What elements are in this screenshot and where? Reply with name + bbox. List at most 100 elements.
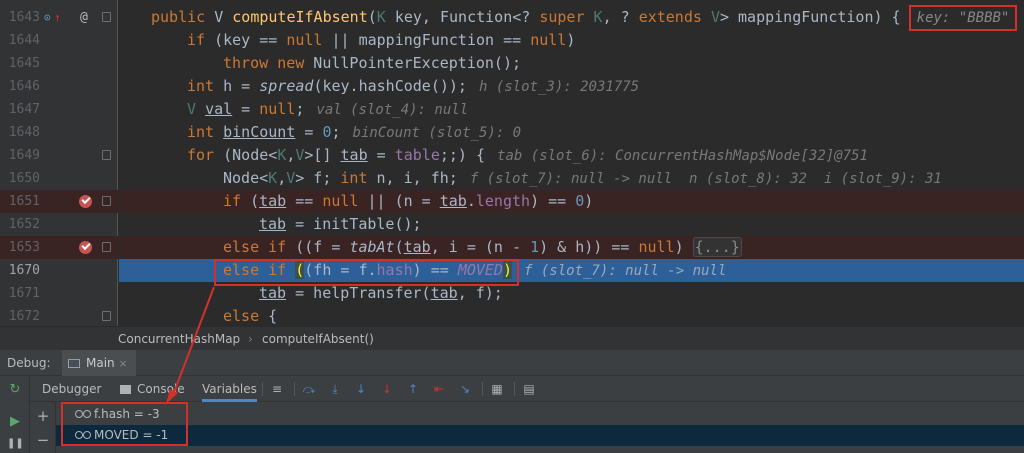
code-token: extends [638, 8, 702, 26]
breadcrumb[interactable]: ConcurrentHashMap › computeIfAbsent() [0, 326, 1024, 350]
gutter-row: 1653 [0, 236, 118, 259]
close-icon[interactable]: × [118, 357, 127, 370]
evaluate-expression-icon[interactable]: ▦ [488, 380, 506, 398]
code-token: V [205, 8, 233, 26]
code-line[interactable]: int binCount = 0; binCount (slot_5): 0 [119, 121, 1024, 144]
layout-icon[interactable]: ▤ [520, 380, 538, 398]
line-number: 1648 [8, 125, 40, 140]
inline-debug-value: f (slot_7): null -> null n (slot_8): 32 … [469, 171, 942, 187]
remove-watch-icon[interactable]: − [36, 432, 50, 448]
add-watch-icon[interactable]: + [36, 408, 50, 424]
code-token: spread [259, 77, 314, 95]
folded-code-block[interactable]: {...} [692, 237, 742, 257]
menu-icon[interactable]: ≡ [268, 380, 286, 398]
step-over-icon[interactable]: ⤓ [326, 380, 344, 398]
fold-marker-icon[interactable] [102, 150, 111, 160]
annotation-highlight-box [214, 259, 519, 286]
code-token: = initTable(); [286, 215, 422, 233]
toolbar-separator [294, 382, 295, 396]
code-token: length [475, 192, 531, 210]
code-token: ( [367, 8, 377, 26]
key-inline-value-annotation: key: "BBBB" [909, 5, 1017, 31]
toolbar-separator [514, 382, 515, 396]
code-line[interactable]: int h = spread(key.hashCode()); h (slot_3… [119, 75, 1024, 98]
code-line[interactable]: V val = null; val (slot_4): null [119, 98, 1024, 121]
tab-console[interactable]: Console [120, 376, 185, 402]
debug-subtabs: Debugger Console Variables ≡ ⤼ ⤓ ↓ ↓ ↑ ⇤… [30, 376, 1024, 402]
breakpoint-icon[interactable] [79, 241, 92, 254]
code-line[interactable]: throw new NullPointerException(); [119, 52, 1024, 75]
code-token: K [277, 146, 287, 164]
tab-debugger[interactable]: Debugger [42, 376, 101, 402]
code-token: int [187, 123, 215, 141]
code-token: K [376, 8, 386, 26]
rerun-icon[interactable]: ↻ [7, 382, 23, 398]
fold-marker-icon[interactable] [102, 242, 111, 252]
step-into-icon[interactable]: ↓ [352, 380, 370, 398]
inline-debug-value: val (slot_4): null [316, 102, 469, 118]
force-step-into-icon[interactable]: ↓ [378, 380, 396, 398]
code-line[interactable]: if (key == null || mappingFunction == nu… [119, 29, 1024, 52]
code-token: throw [223, 54, 269, 72]
debug-session-tab[interactable]: Main × [62, 350, 136, 376]
editor-gutter[interactable]: 1643 ⊙ ↑ @ 1644 1645 1646 1647 1648 1649… [0, 0, 118, 326]
code-line-breakpoint[interactable]: else if ((f = tabAt(tab, i = (n - 1) & h… [119, 236, 1024, 259]
code-token: , f); [457, 284, 503, 302]
pause-icon[interactable]: ❚❚ [7, 436, 24, 452]
code-token: ) == [530, 192, 576, 210]
code-token: NullPointerException(); [304, 54, 522, 72]
code-token: Node< [223, 169, 269, 187]
breakpoint-icon[interactable] [79, 195, 92, 208]
code-line-breakpoint[interactable]: if (tab == null || (n = tab.length) == 0… [119, 190, 1024, 213]
code-token: = helpTransfer( [286, 284, 431, 302]
show-execution-point-icon[interactable]: ⤼ [300, 380, 318, 398]
code-token: K [593, 8, 603, 26]
code-token: ((f = [286, 238, 350, 256]
override-up-arrow-icon[interactable]: ↑ [54, 6, 61, 29]
code-token: binCount [223, 123, 296, 141]
watch-row-selected[interactable]: MOVED = -1 [56, 425, 1024, 446]
fold-marker-icon[interactable] [102, 311, 111, 321]
code-line[interactable]: Node<K,V> f; int n, i, fh; f (slot_7): nu… [119, 167, 1024, 190]
code-token: tab [430, 284, 458, 302]
fold-marker-icon[interactable] [102, 12, 111, 22]
code-token: 0 [575, 192, 585, 210]
run-to-cursor-icon[interactable]: ↘ [456, 380, 474, 398]
step-out-icon[interactable]: ↑ [404, 380, 422, 398]
code-token: h = [214, 77, 260, 95]
code-line[interactable]: tab = initTable(); [119, 213, 1024, 236]
code-line[interactable]: else { [119, 305, 1024, 326]
resume-icon[interactable]: ▶ [7, 414, 23, 430]
code-token: , [277, 169, 287, 187]
tab-variables[interactable]: Variables [202, 376, 257, 402]
implements-method-icon[interactable]: ⊙ [44, 6, 51, 29]
inline-debug-value: h (slot_3): 2031775 [478, 79, 640, 95]
code-token: tab [340, 146, 368, 164]
console-icon [120, 385, 131, 394]
code-line[interactable]: public V computeIfAbsent(K key, Function… [119, 6, 1024, 29]
watch-row[interactable]: f.hash = -3 [56, 404, 1024, 425]
gutter-row: 1643 ⊙ ↑ @ [0, 6, 118, 29]
code-line[interactable]: for (Node<K,V>[] tab = table;;) {tab (sl… [119, 144, 1024, 167]
watches-toolbar: + − [30, 402, 56, 453]
breadcrumb-class[interactable]: ConcurrentHashMap [118, 327, 240, 351]
code-token: null [259, 100, 296, 118]
breadcrumb-method[interactable]: computeIfAbsent() [262, 327, 374, 351]
code-token: for [187, 146, 215, 164]
code-token: ;;) { [439, 146, 486, 164]
fold-marker-icon[interactable] [102, 196, 111, 206]
gutter-row: 1644 [0, 29, 118, 52]
code-token: , ? [602, 8, 639, 26]
drop-frame-icon[interactable]: ⇤ [430, 380, 448, 398]
code-token: null [322, 192, 359, 210]
tab-console-label: Console [137, 382, 185, 396]
code-token: null [638, 238, 675, 256]
code-token: tabAt [349, 238, 395, 256]
code-token: K [268, 169, 278, 187]
code-token: key, Function<? [385, 8, 540, 26]
inline-debug-value: binCount (slot_5): 0 [352, 125, 522, 141]
code-token: new [277, 54, 305, 72]
watches-list[interactable]: f.hash = -3 MOVED = -1 [56, 402, 1024, 453]
code-token: (key == [205, 31, 287, 49]
